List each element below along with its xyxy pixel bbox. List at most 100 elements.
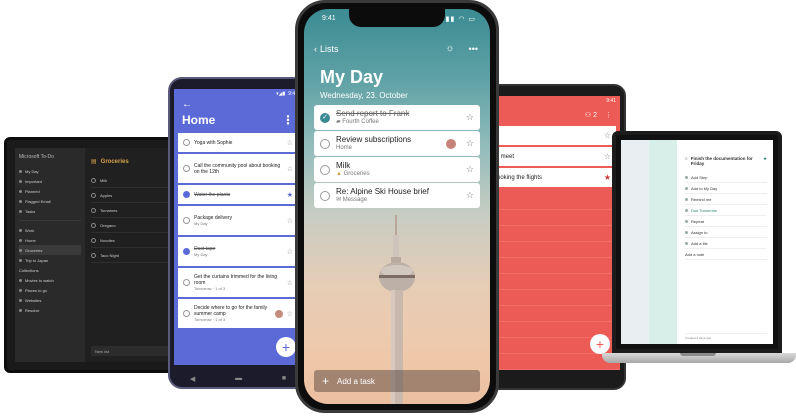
- sidebar-item-resolve[interactable]: Resolve: [19, 305, 81, 315]
- add-file-button[interactable]: Add a file: [685, 238, 767, 249]
- add-note-field[interactable]: Add a note: [685, 249, 767, 260]
- checkbox-icon[interactable]: [91, 252, 96, 258]
- row-label: Add a file: [691, 240, 708, 246]
- star-icon[interactable]: ☆: [287, 165, 293, 173]
- star-filled-icon[interactable]: ★: [287, 191, 293, 199]
- checkbox-icon[interactable]: [183, 310, 190, 317]
- task-item[interactable]: Call the community pool about booking on…: [178, 154, 298, 183]
- sidebar-item-movies[interactable]: Movies to watch: [19, 275, 81, 285]
- task-item[interactable]: Re: Alpine Ski House brief ✉ Message ☆: [314, 183, 480, 208]
- star-filled-icon[interactable]: ★: [604, 173, 611, 182]
- task-body: Milk ▲ Groceries: [336, 161, 460, 178]
- star-icon[interactable]: ☆: [466, 112, 474, 123]
- task-item[interactable]: ✓ Send report to Frank ▰ Fourth Coffee ☆: [314, 105, 480, 130]
- list-icon: [19, 278, 22, 282]
- checked-checkbox-icon[interactable]: [183, 248, 190, 255]
- nav-home-icon[interactable]: ▬: [235, 375, 242, 383]
- add-task-button[interactable]: +: [276, 337, 296, 357]
- checkbox-icon[interactable]: [183, 139, 190, 146]
- task-subtext: ▲ Groceries: [336, 170, 460, 178]
- nav-recents-icon[interactable]: ■: [282, 375, 286, 383]
- list-icon: [19, 228, 22, 232]
- sidebar-item-places[interactable]: Places to go: [19, 285, 81, 295]
- star-icon[interactable]: ☆: [466, 164, 474, 175]
- sidebar-item-flagged-email[interactable]: Flagged Email: [19, 196, 81, 206]
- task-item[interactable]: r meet ☆: [492, 147, 616, 166]
- back-arrow-icon[interactable]: ←: [174, 99, 302, 111]
- star-icon[interactable]: ☆: [287, 279, 293, 287]
- due-date-button[interactable]: Due Tomorrow: [685, 205, 767, 216]
- repeat-icon: [685, 219, 688, 223]
- star-icon: [19, 179, 22, 183]
- sidebar-item-tasks[interactable]: Tasks: [19, 206, 81, 216]
- sidebar-item-home[interactable]: Home: [19, 235, 81, 245]
- checkbox-icon[interactable]: [91, 222, 96, 228]
- checkbox-icon[interactable]: [320, 164, 330, 175]
- task-item[interactable]: Decide where to go for the family summer…: [178, 299, 298, 328]
- add-task-button[interactable]: +: [590, 334, 610, 354]
- checkbox-icon[interactable]: [183, 165, 190, 172]
- checkbox-icon[interactable]: [91, 207, 96, 213]
- more-icon[interactable]: ⋮: [605, 111, 612, 119]
- add-step-button[interactable]: Add Step: [685, 172, 767, 183]
- task-item[interactable]: Yoga with Sophie ☆: [178, 133, 298, 152]
- checkbox-icon[interactable]: [91, 237, 96, 243]
- checkbox-icon[interactable]: [91, 192, 96, 198]
- checkbox-icon[interactable]: [320, 138, 330, 149]
- star-icon[interactable]: ☆: [287, 310, 293, 318]
- star-icon[interactable]: ☆: [604, 152, 611, 161]
- checked-checkbox-icon[interactable]: [183, 191, 190, 198]
- checkbox-icon[interactable]: ○: [685, 156, 688, 166]
- task-item[interactable]: Milk ▲ Groceries ☆: [314, 157, 480, 182]
- sidebar-item-important[interactable]: Important: [19, 176, 81, 186]
- page-date: Wednesday, 23. October: [320, 91, 408, 100]
- star-icon[interactable]: ☆: [287, 217, 293, 225]
- sidebar-item-work[interactable]: Work: [19, 225, 81, 235]
- sidebar-item-my-day[interactable]: My Day: [19, 166, 81, 176]
- task-item[interactable]: Water the plants ★: [178, 185, 298, 204]
- checked-checkbox-icon[interactable]: ✓: [320, 112, 330, 123]
- add-task-input[interactable]: + Add a task: [314, 370, 480, 392]
- sidebar-item-websites[interactable]: Websites: [19, 295, 81, 305]
- task-item[interactable]: Review subscriptions Home ☆: [314, 131, 480, 156]
- star-icon[interactable]: ☆: [604, 131, 611, 140]
- more-icon[interactable]: •••: [469, 44, 478, 54]
- checkbox-icon[interactable]: [183, 279, 190, 286]
- checkbox-icon[interactable]: [183, 217, 190, 224]
- lightbulb-icon[interactable]: ☼: [445, 43, 454, 54]
- star-filled-icon[interactable]: ★: [763, 156, 767, 166]
- task-item[interactable]: Get the curtains trimmed for the living …: [178, 268, 298, 297]
- back-button[interactable]: ‹ Lists: [314, 44, 445, 54]
- sidebar-item-planned[interactable]: Planned: [19, 186, 81, 196]
- list-item-text: Noodles: [100, 237, 115, 243]
- sidebar-group-collections[interactable]: Collections: [19, 265, 81, 275]
- remind-me-button[interactable]: Remind me: [685, 194, 767, 205]
- nav-back-icon[interactable]: ◀: [190, 375, 195, 383]
- star-icon[interactable]: ☆: [466, 190, 474, 201]
- row-label: Add a note: [685, 251, 705, 257]
- assign-button[interactable]: Assign to: [685, 227, 767, 238]
- sidebar-item-groceries[interactable]: Groceries: [19, 245, 81, 255]
- star-icon[interactable]: ☆: [287, 139, 293, 147]
- more-icon[interactable]: ⋮: [282, 113, 294, 127]
- task-item[interactable]: ☆: [492, 126, 616, 145]
- sidebar-item-label: Collections: [19, 267, 39, 273]
- star-icon[interactable]: ☆: [287, 248, 293, 256]
- repeat-button[interactable]: Repeat: [685, 216, 767, 227]
- task-body: Duct tape My Day: [194, 246, 283, 258]
- share-icon[interactable]: ⚇ 2: [585, 111, 597, 119]
- task-text: Re: Alpine Ski House brief: [336, 186, 429, 196]
- checkbox-icon[interactable]: [91, 177, 96, 183]
- task-subtext: My Day: [194, 220, 208, 226]
- sidebar-item-trip[interactable]: Trip to Japan: [19, 255, 81, 265]
- top-bar: ‹ Lists ☼ •••: [314, 43, 478, 54]
- android-nav-bar: ◀ ▬ ■: [170, 375, 306, 383]
- add-to-my-day-button[interactable]: Add to My Day: [685, 183, 767, 194]
- task-item[interactable]: Package delivery My Day ☆: [178, 206, 298, 235]
- checkbox-icon[interactable]: [320, 190, 330, 201]
- star-icon[interactable]: ☆: [466, 138, 474, 149]
- iphone-screen: 9:41 ▮▮ ◠ ▭ ‹ Lists ☼ ••• My Day Wednesda…: [304, 9, 490, 404]
- task-item[interactable]: ooking the flights ★: [492, 168, 616, 187]
- task-body: Review subscriptions Home: [336, 135, 440, 152]
- task-item[interactable]: Duct tape My Day ☆: [178, 237, 298, 266]
